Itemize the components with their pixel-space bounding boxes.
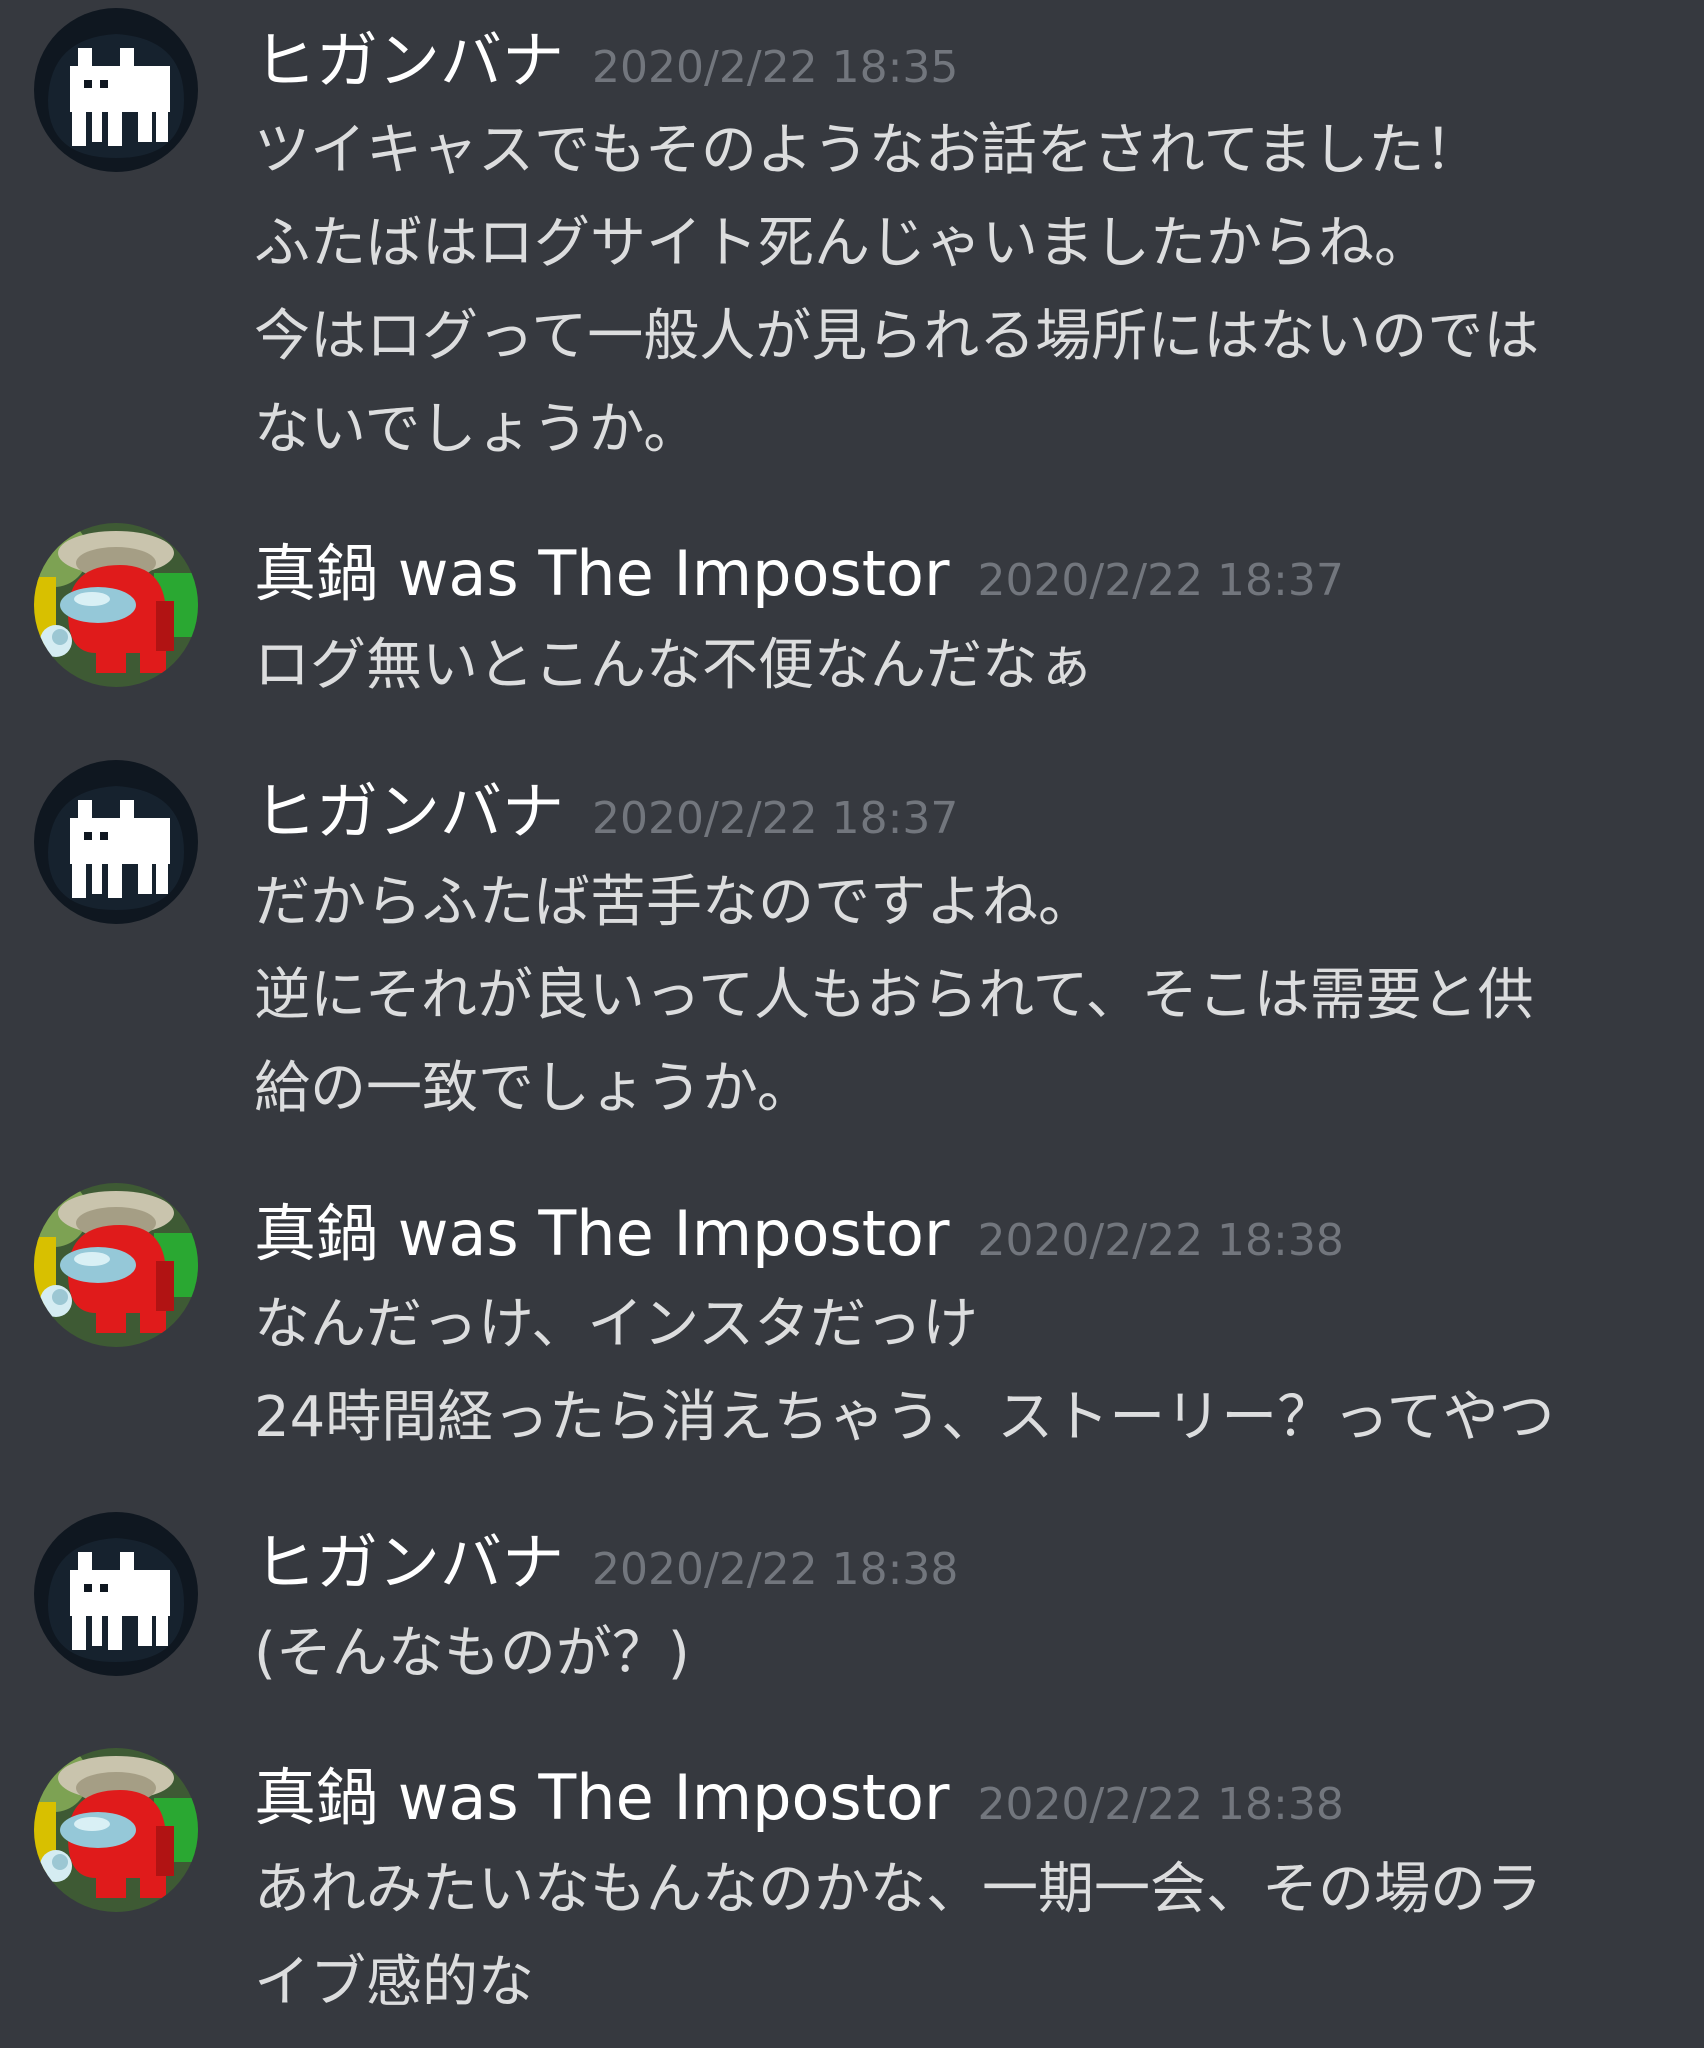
message-content: なんだっけ、インスタだっけ 24時間経ったら消えちゃう、ストーリー？ってやつ xyxy=(254,1278,1674,1464)
author-name[interactable]: ヒガンバナ xyxy=(254,775,564,848)
message-line: なんだっけ、インスタだっけ xyxy=(254,1292,979,1357)
author-name[interactable]: 真鍋 was The Impostor xyxy=(254,1197,949,1270)
red-crewmate-icon[interactable] xyxy=(34,1183,198,1347)
author-name[interactable]: ヒガンバナ xyxy=(254,24,564,97)
message-content: だからふたば苦手なのですよね。 逆にそれが良いって人もおられて、そこは需要と供 … xyxy=(254,856,1674,1135)
message-header: ヒガンバナ 2020/2/22 18:35 xyxy=(254,30,958,92)
message-header: ヒガンバナ 2020/2/22 18:37 xyxy=(254,781,958,843)
message-line: 給の一致でしょうか。 xyxy=(254,1056,813,1121)
red-crewmate-icon[interactable] xyxy=(34,1748,198,1912)
message-line: イブ感的な xyxy=(254,1950,534,2015)
message-timestamp: 2020/2/22 18:37 xyxy=(977,555,1344,606)
message-line: ツイキャスでもそのようなお話をされてました！ xyxy=(254,118,1481,183)
message-timestamp: 2020/2/22 18:38 xyxy=(977,1779,1344,1830)
message-line: ないでしょうか。 xyxy=(254,397,700,462)
message-content: ツイキャスでもそのようなお話をされてました！ ふたばはログサイト死んじゃいました… xyxy=(254,104,1674,476)
message-header: ヒガンバナ 2020/2/22 18:38 xyxy=(254,1532,958,1594)
message-timestamp: 2020/2/22 18:35 xyxy=(592,42,959,93)
message-header: 真鍋 was The Impostor 2020/2/22 18:37 xyxy=(254,543,1344,605)
message-line: 逆にそれが良いって人もおられて、そこは需要と供 xyxy=(254,963,1534,1028)
white-creature-icon[interactable] xyxy=(34,1512,198,1676)
red-crewmate-icon[interactable] xyxy=(34,523,198,687)
author-name[interactable]: 真鍋 was The Impostor xyxy=(254,537,949,610)
message-line: 今はログって一般人が見られる場所にはないのでは xyxy=(254,304,1540,369)
message-timestamp: 2020/2/22 18:38 xyxy=(977,1215,1344,1266)
message-content: ログ無いとこんな不便なんだなぁ xyxy=(254,619,1674,712)
message-header: 真鍋 was The Impostor 2020/2/22 18:38 xyxy=(254,1203,1344,1265)
author-name[interactable]: ヒガンバナ xyxy=(254,1526,564,1599)
message-header: 真鍋 was The Impostor 2020/2/22 18:38 xyxy=(254,1767,1344,1829)
chat-message-list: ヒガンバナ 2020/2/22 18:35 ツイキャスでもそのようなお話をされてま… xyxy=(0,0,1704,2048)
message-line: だからふたば苦手なのですよね。 xyxy=(254,870,1094,935)
message-content: あれみたいなもんなのかな、一期一会、その場のラ イブ感的な xyxy=(254,1843,1674,2029)
message-content: (そんなものが？) xyxy=(254,1607,1674,1700)
white-creature-icon[interactable] xyxy=(34,760,198,924)
white-creature-icon[interactable] xyxy=(34,8,198,172)
message-line: あれみたいなもんなのかな、一期一会、その場のラ xyxy=(254,1857,1542,1922)
message-line: 24時間経ったら消えちゃう、ストーリー？ってやつ xyxy=(254,1385,1555,1450)
message-line: (そんなものが？) xyxy=(254,1621,690,1686)
message-timestamp: 2020/2/22 18:38 xyxy=(592,1544,959,1595)
message-line: ログ無いとこんな不便なんだなぁ xyxy=(254,633,1094,698)
message-timestamp: 2020/2/22 18:37 xyxy=(592,793,959,844)
author-name[interactable]: 真鍋 was The Impostor xyxy=(254,1761,949,1834)
message-line: ふたばはログサイト死んじゃいましたからね。 xyxy=(254,211,1430,276)
